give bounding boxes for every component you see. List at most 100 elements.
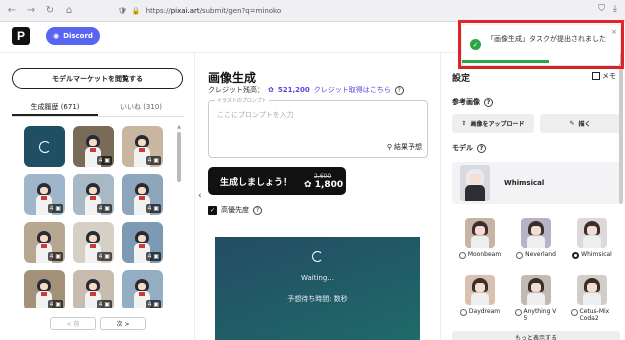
tabs-divider: [12, 116, 184, 117]
model-thumbnail: [521, 218, 551, 248]
upload-image-button[interactable]: ⇪ 画像をアップロード: [452, 114, 534, 133]
generate-button[interactable]: 生成しましょう！ 2,600 ✿ 1,800: [208, 167, 346, 195]
high-priority-checkbox[interactable]: ✓: [208, 205, 217, 215]
history-thumbnail[interactable]: 4 ▣: [24, 270, 65, 308]
image-count-badge: 4 ▣: [96, 252, 112, 261]
lock-icon: 🔒: [131, 7, 141, 15]
history-thumbnail[interactable]: 4 ▣: [122, 270, 163, 308]
close-icon[interactable]: ×: [611, 28, 617, 36]
history-thumbnail[interactable]: 4 ▣: [73, 222, 114, 263]
model-option[interactable]: Whimsical: [570, 218, 614, 259]
image-count-badge: 4 ▣: [47, 252, 63, 261]
pagination: < 前 次 >: [50, 317, 146, 330]
image-count-badge: 4 ▣: [96, 204, 112, 213]
discord-button[interactable]: ◉ Discord: [46, 27, 100, 45]
history-thumbnail[interactable]: 4 ▣: [24, 222, 65, 263]
memo-button[interactable]: メモ: [592, 71, 616, 81]
discord-icon: ◉: [53, 32, 60, 40]
history-thumbnail[interactable]: [24, 126, 65, 167]
model-name: Anything V5: [523, 308, 557, 322]
model-name: Moonbeam: [467, 251, 502, 258]
selected-model-name: Whimsical: [504, 179, 545, 187]
generate-cost: 2,600 ✿ 1,800: [304, 173, 343, 190]
page-title: 画像生成: [208, 71, 257, 85]
tab-generation-history[interactable]: 生成履歴 (671): [12, 100, 98, 116]
prev-page-button[interactable]: < 前: [50, 317, 96, 330]
search-icon: ⚲: [386, 143, 392, 151]
history-thumbnail[interactable]: 4 ▣: [122, 126, 163, 167]
browse-model-market-button[interactable]: モデルマーケットを閲覧する: [12, 68, 183, 89]
show-more-button[interactable]: もっと表示する: [452, 331, 620, 340]
model-thumbnail: [521, 275, 551, 305]
reference-help-icon[interactable]: ?: [484, 97, 493, 107]
prompt-input[interactable]: イラストのプロンプト ここにプロンプトを入力 ⚲ 結果予想: [208, 97, 428, 158]
toast-timer-bar: [462, 60, 549, 63]
model-radio[interactable]: [572, 252, 580, 259]
credit-label: クレジット残高：: [208, 86, 264, 94]
model-radio[interactable]: [570, 309, 578, 316]
priority-help-icon[interactable]: ?: [253, 205, 262, 215]
model-radio[interactable]: [458, 252, 466, 259]
pencil-icon: ✎: [569, 120, 575, 127]
shield-icon: 🛡: [118, 7, 127, 15]
right-panel-scrollbar[interactable]: [619, 54, 623, 204]
history-thumbnail[interactable]: 4 ▣: [73, 174, 114, 215]
settings-title: 設定: [452, 74, 471, 84]
history-thumbnail[interactable]: 4 ▣: [122, 222, 163, 263]
model-thumbnail: [465, 218, 495, 248]
model-thumbnail: [577, 218, 607, 248]
estimated-wait-time: 予想待ち時間: 数秒: [287, 295, 348, 303]
task-submitted-toast: ✓ 「画像生成」タスクが提出されました ×: [462, 25, 620, 65]
reload-icon[interactable]: ↻: [43, 4, 57, 18]
high-priority-option[interactable]: ✓ 高優先度 ?: [208, 205, 262, 215]
model-option[interactable]: Cetus-Mix Coda2: [570, 275, 614, 322]
image-count-badge: 4 ▣: [145, 156, 161, 165]
history-thumbnail[interactable]: 4 ▣: [24, 174, 65, 215]
get-credits-link[interactable]: クレジット取得はこちら: [314, 85, 391, 95]
model-help-icon[interactable]: ?: [477, 143, 486, 153]
home-icon[interactable]: ⌂: [62, 4, 76, 18]
high-priority-label: 高優先度: [221, 206, 249, 214]
next-page-button[interactable]: 次 >: [100, 317, 146, 330]
history-gallery: 4 ▣ 4 ▣ 4 ▣ 4 ▣ 4 ▣ 4 ▣ 4 ▣ 4 ▣ 4 ▣ 4 ▣ 4 ▣: [24, 126, 169, 308]
model-option[interactable]: Neverland: [514, 218, 558, 259]
browser-toolbar: ← → ↻ ⌂ 🛡 🔒 https://pixai.art/submit/gen…: [0, 0, 625, 22]
column-divider-right: [440, 53, 441, 340]
model-radio[interactable]: [516, 252, 524, 259]
predict-result-button[interactable]: ⚲ 結果予想: [387, 142, 422, 152]
toast-message: 「画像生成」タスクが提出されました: [487, 35, 606, 43]
discounted-price: ✿ 1,800: [304, 179, 344, 190]
loading-spinner-icon: [312, 251, 323, 262]
tab-likes[interactable]: いいね (310): [98, 100, 184, 116]
scroll-up-icon[interactable]: ▲: [176, 124, 182, 130]
history-thumbnail[interactable]: 4 ▣: [73, 126, 114, 167]
draw-button[interactable]: ✎ 描く: [540, 114, 620, 133]
scrollbar-thumb[interactable]: [177, 132, 181, 182]
url-text: https://pixai.art/submit/gen?q=minoko: [145, 7, 282, 15]
model-option[interactable]: Moonbeam: [458, 218, 502, 259]
pixai-logo[interactable]: P: [12, 27, 30, 45]
collapse-panel-icon[interactable]: ‹: [198, 191, 202, 201]
history-thumbnail[interactable]: 4 ▣: [122, 174, 163, 215]
credit-balance-row: クレジット残高： ✿ 521,200 クレジット取得はこちら ?: [208, 85, 404, 95]
image-count-badge: 4 ▣: [47, 300, 63, 308]
original-price: 2,600: [314, 172, 332, 180]
model-radio[interactable]: [459, 309, 467, 316]
address-bar[interactable]: 🛡 🔒 https://pixai.art/submit/gen?q=minok…: [118, 4, 478, 18]
pocket-icon[interactable]: ⛉: [598, 4, 605, 14]
model-name: Whimsical: [581, 251, 612, 258]
download-icon[interactable]: ⤓: [613, 4, 617, 14]
selected-model-card[interactable]: Whimsical: [452, 162, 620, 204]
model-radio[interactable]: [514, 309, 522, 316]
model-option[interactable]: Anything V5: [514, 275, 558, 322]
back-icon[interactable]: ←: [5, 4, 19, 18]
credit-help-icon[interactable]: ?: [394, 85, 404, 95]
forward-icon[interactable]: →: [24, 4, 38, 18]
image-count-badge: 4 ▣: [96, 156, 112, 165]
gallery-scrollbar[interactable]: ▲: [176, 124, 182, 312]
history-thumbnail[interactable]: 4 ▣: [73, 270, 114, 308]
selected-model-thumbnail: [460, 165, 490, 201]
model-option[interactable]: Daydream: [458, 275, 502, 316]
credit-value: 521,200: [277, 86, 310, 94]
column-divider-left: [194, 53, 195, 340]
